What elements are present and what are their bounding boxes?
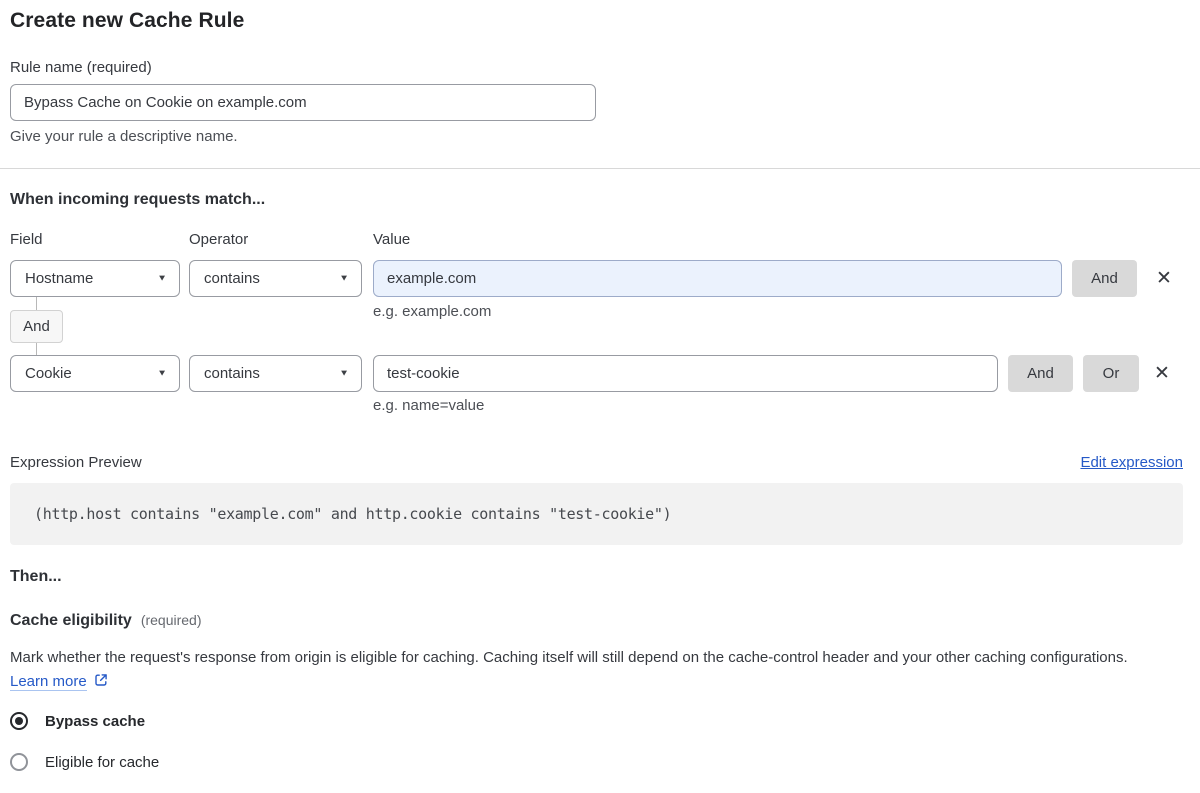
radio-icon [10,753,28,771]
value-input-row1[interactable] [373,260,1062,297]
rule-name-helper: Give your rule a descriptive name. [10,128,238,145]
radio-eligible-for-cache[interactable]: Eligible for cache [10,753,159,771]
cache-eligibility-heading-row: Cache eligibility (required) [10,612,202,630]
close-icon[interactable]: ✕ [1149,355,1175,392]
rule-name-label: Rule name (required) [10,59,152,76]
expression-preview-label: Expression Preview [10,454,142,471]
external-link-icon [95,674,107,686]
value-input-row2[interactable] [373,355,998,392]
connector-line-bottom [36,343,37,355]
and-button-row1[interactable]: And [1072,260,1137,297]
expression-code: (http.host contains "example.com" and ht… [34,505,672,523]
radio-icon [10,712,28,730]
operator-select-row2-value: contains [204,365,260,382]
column-label-field: Field [10,231,43,248]
connector-line-top [36,297,37,310]
then-heading: Then... [10,568,62,585]
radio-bypass-cache[interactable]: Bypass cache [10,712,145,730]
chevron-down-icon: ▼ [339,368,349,379]
radio-eligible-for-cache-label: Eligible for cache [45,753,160,771]
match-heading: When incoming requests match... [10,191,266,208]
learn-more-link[interactable]: Learn more [10,673,87,691]
field-select-row1[interactable]: Hostname ▼ [10,260,180,297]
field-select-row2-value: Cookie [25,365,72,382]
section-divider [0,168,1200,169]
required-note: (required) [140,612,202,628]
and-button-row2[interactable]: And [1008,355,1073,392]
operator-select-row1-value: contains [204,270,260,287]
radio-bypass-cache-label: Bypass cache [45,712,146,730]
connector-and-button[interactable]: And [10,310,63,343]
value-hint-row2: e.g. name=value [373,397,485,414]
chevron-down-icon: ▼ [157,273,167,284]
description-text: Mark whether the request's response from… [10,649,1128,666]
operator-select-row2[interactable]: contains ▼ [189,355,362,392]
rule-name-input[interactable] [10,84,596,121]
value-hint-row1: e.g. example.com [373,303,492,320]
operator-select-row1[interactable]: contains ▼ [189,260,362,297]
create-cache-rule-form: Create new Cache Rule Rule name (require… [0,0,1200,793]
chevron-down-icon: ▼ [157,368,167,379]
cache-eligibility-heading: Cache eligibility [10,612,132,629]
column-label-operator: Operator [189,231,249,248]
field-select-row1-value: Hostname [25,270,94,287]
close-icon[interactable]: ✕ [1151,260,1177,297]
or-button-row2[interactable]: Or [1083,355,1139,392]
expression-code-block: (http.host contains "example.com" and ht… [10,483,1183,545]
chevron-down-icon: ▼ [339,273,349,284]
page-title: Create new Cache Rule [10,9,245,32]
edit-expression-link[interactable]: Edit expression [1080,454,1183,471]
cache-eligibility-description: Mark whether the request's response from… [10,646,1162,694]
field-select-row2[interactable]: Cookie ▼ [10,355,180,392]
column-label-value: Value [373,231,411,248]
